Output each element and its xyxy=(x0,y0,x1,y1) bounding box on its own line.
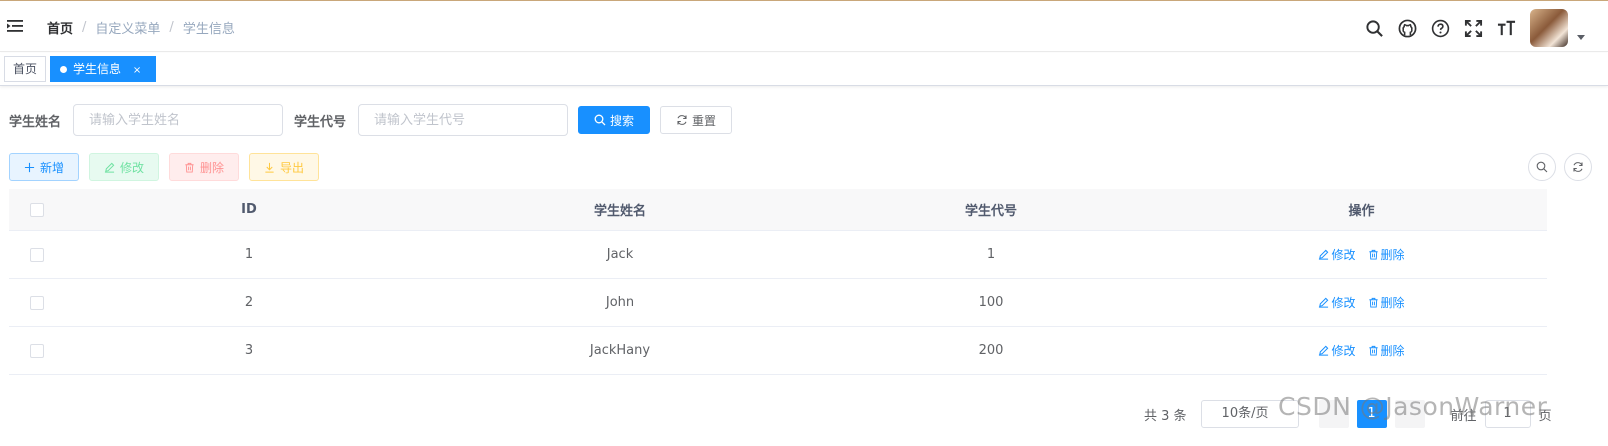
reset-button[interactable]: 重置 xyxy=(660,106,733,134)
row-edit-label: 修改 xyxy=(1331,248,1356,262)
row-checkbox[interactable] xyxy=(29,247,44,262)
refresh-icon xyxy=(677,115,687,125)
cell-actions: 修改 删除 xyxy=(1176,294,1547,311)
reset-button-label: 重置 xyxy=(692,113,717,128)
row-checkbox[interactable] xyxy=(29,295,44,310)
tag-student-info-label: 学生信息 xyxy=(73,62,122,76)
row-edit-link[interactable]: 修改 xyxy=(1318,246,1356,263)
student-name-input[interactable] xyxy=(73,104,284,136)
tag-home[interactable]: 首页 xyxy=(4,56,47,82)
cell-name: John xyxy=(605,295,635,310)
tag-student-info[interactable]: 学生信息 × xyxy=(50,56,157,82)
export-button[interactable]: 导出 xyxy=(249,153,320,181)
tag-home-label: 首页 xyxy=(13,62,38,76)
row-checkbox[interactable] xyxy=(29,343,44,358)
trash-icon xyxy=(1368,345,1378,356)
breadcrumb-custom-menu[interactable]: 自定义菜单 xyxy=(95,18,160,37)
search-icon[interactable] xyxy=(1363,17,1385,39)
edit-icon xyxy=(1319,297,1329,308)
trash-icon xyxy=(1368,249,1378,260)
delete-button-label: 删除 xyxy=(200,160,225,175)
column-header-name: 学生姓名 xyxy=(593,204,646,219)
add-button[interactable]: 新增 xyxy=(9,153,80,181)
row-delete-link[interactable]: 删除 xyxy=(1368,342,1405,359)
row-edit-link[interactable]: 修改 xyxy=(1318,342,1356,359)
cell-id: 3 xyxy=(244,343,254,358)
fullscreen-icon[interactable] xyxy=(1462,17,1484,39)
cell-actions: 修改 删除 xyxy=(1176,342,1547,359)
row-delete-label: 删除 xyxy=(1380,296,1405,310)
student-table: ID 学生姓名 学生代号 操作 1 Jack 1 修改 删除 2 John 10… xyxy=(9,189,1547,375)
row-edit-label: 修改 xyxy=(1331,296,1356,310)
cell-name: JackHany xyxy=(589,343,651,358)
row-delete-label: 删除 xyxy=(1380,344,1405,358)
cell-actions: 修改 删除 xyxy=(1176,246,1547,263)
edit-icon xyxy=(1319,249,1329,260)
column-header-actions: 操作 xyxy=(1348,204,1375,219)
plus-icon xyxy=(24,162,35,172)
refresh-button[interactable] xyxy=(1564,153,1592,181)
pagination-total: 共 3 条 xyxy=(1144,408,1187,424)
github-icon[interactable] xyxy=(1396,17,1418,39)
add-button-label: 新增 xyxy=(40,160,65,175)
column-header-id: ID xyxy=(241,202,257,217)
student-code-input[interactable] xyxy=(358,104,569,136)
breadcrumb-home[interactable]: 首页 xyxy=(47,18,73,37)
active-dot-icon xyxy=(60,66,67,73)
search-button[interactable]: 搜索 xyxy=(578,106,651,134)
row-delete-label: 删除 xyxy=(1380,248,1405,262)
cell-code: 200 xyxy=(978,343,1004,358)
edit-icon xyxy=(104,162,115,173)
font-size-icon[interactable] xyxy=(1495,17,1517,39)
trash-icon xyxy=(185,162,194,173)
action-toolbar: 新增 修改 删除 导出 xyxy=(9,153,329,181)
breadcrumb-separator: / xyxy=(82,20,87,35)
search-form: 学生姓名 学生代号 搜索 重置 xyxy=(9,104,733,136)
hamburger-icon[interactable] xyxy=(6,17,24,35)
breadcrumb: 首页 / 自定义菜单 / 学生信息 xyxy=(47,18,235,37)
export-button-label: 导出 xyxy=(280,160,305,175)
cell-id: 2 xyxy=(244,295,254,310)
breadcrumb-separator: / xyxy=(169,20,174,35)
download-icon xyxy=(265,162,274,173)
select-all-checkbox[interactable] xyxy=(29,202,44,217)
avatar[interactable] xyxy=(1530,9,1568,47)
column-header-code: 学生代号 xyxy=(964,204,1017,219)
student-name-label: 学生姓名 xyxy=(9,114,62,130)
edit-button[interactable]: 修改 xyxy=(89,153,160,181)
breadcrumb-student-info: 学生信息 xyxy=(182,22,235,37)
chevron-down-icon[interactable] xyxy=(1577,35,1585,40)
toggle-search-button[interactable] xyxy=(1528,153,1556,181)
search-button-label: 搜索 xyxy=(610,113,635,128)
question-icon[interactable] xyxy=(1429,17,1451,39)
navbar-right-menu xyxy=(1352,9,1568,47)
table-row: 3 JackHany 200 修改 删除 xyxy=(9,327,1547,375)
table-header: ID 学生姓名 学生代号 操作 xyxy=(9,189,1547,231)
row-delete-link[interactable]: 删除 xyxy=(1368,246,1405,263)
edit-button-label: 修改 xyxy=(120,160,145,175)
row-delete-link[interactable]: 删除 xyxy=(1368,294,1405,311)
search-icon xyxy=(1536,161,1548,173)
tags-view: 首页 学生信息 × xyxy=(0,53,1608,86)
table-row: 1 Jack 1 修改 删除 xyxy=(9,231,1547,279)
right-toolbar xyxy=(1520,153,1592,181)
table-row: 2 John 100 修改 删除 xyxy=(9,279,1547,327)
watermark: CSDN @JasonWarner xyxy=(1278,392,1548,421)
edit-icon xyxy=(1319,345,1329,356)
refresh-icon xyxy=(1573,162,1583,172)
cell-name: Jack xyxy=(606,247,634,262)
cell-code: 100 xyxy=(978,295,1004,310)
search-icon xyxy=(594,114,606,126)
row-edit-label: 修改 xyxy=(1331,344,1356,358)
close-icon[interactable]: × xyxy=(133,65,141,76)
cell-id: 1 xyxy=(244,247,254,262)
trash-icon xyxy=(1368,297,1378,308)
navbar: 首页 / 自定义菜单 / 学生信息 xyxy=(0,0,1608,52)
cell-code: 1 xyxy=(986,247,996,262)
student-code-label: 学生代号 xyxy=(294,114,347,130)
delete-button[interactable]: 删除 xyxy=(169,153,240,181)
row-edit-link[interactable]: 修改 xyxy=(1318,294,1356,311)
